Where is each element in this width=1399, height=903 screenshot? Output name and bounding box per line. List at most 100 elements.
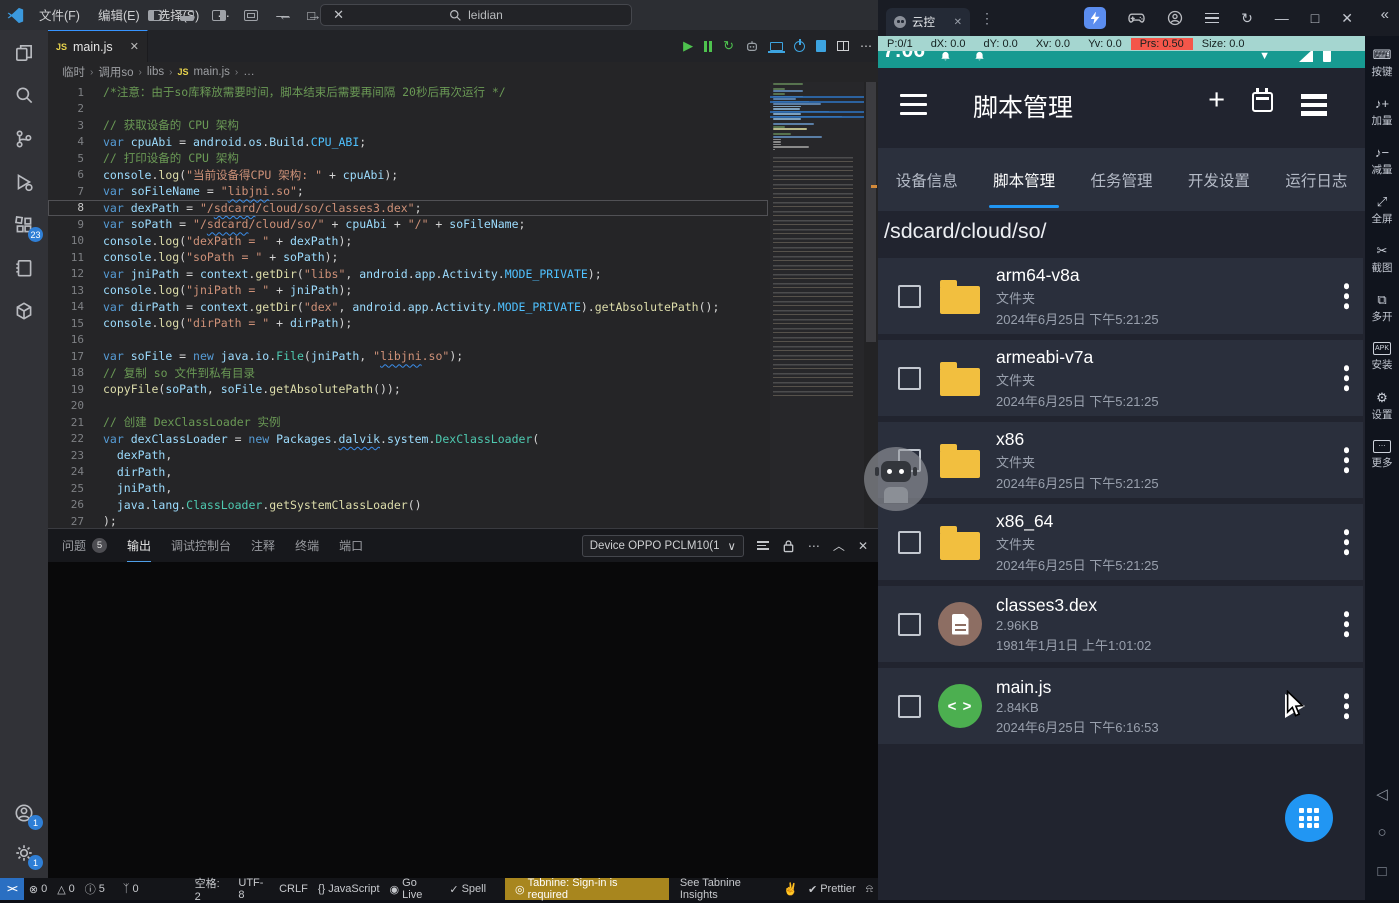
toggle-sidebar-icon[interactable] bbox=[148, 10, 162, 21]
source-control-icon[interactable] bbox=[11, 126, 37, 152]
explorer-icon[interactable] bbox=[11, 40, 37, 66]
settings-gear-icon[interactable]: 1 bbox=[11, 840, 37, 866]
toolbar-全屏[interactable]: ⤢全屏 bbox=[1365, 193, 1399, 226]
android-screen[interactable]: 7:06 ▼ P:0/1dX: 0.0dY: 0.0Xv: 0.0Yv: 0.0… bbox=[878, 36, 1365, 900]
maximize-button[interactable]: □ bbox=[307, 8, 315, 23]
tab-menu-icon[interactable]: ⋮ bbox=[980, 10, 994, 27]
toolbar-减量[interactable]: ♪−减量 bbox=[1365, 144, 1399, 177]
panel-tab-端口[interactable]: 端口 bbox=[339, 529, 363, 562]
panel-tab-问题[interactable]: 问题5 bbox=[62, 529, 107, 562]
toolbar-截图[interactable]: ✂截图 bbox=[1365, 242, 1399, 275]
file-checkbox[interactable] bbox=[898, 367, 921, 390]
statusbar-item-indent[interactable]: 空格: 2 bbox=[190, 878, 234, 900]
accounts-icon[interactable]: 1 bbox=[11, 800, 37, 826]
search-sidebar-icon[interactable] bbox=[11, 83, 37, 109]
customize-layout-icon[interactable] bbox=[244, 10, 258, 21]
maximize-panel-icon[interactable]: ︿ bbox=[833, 537, 845, 554]
scrollbar-thumb[interactable] bbox=[866, 82, 876, 342]
file-checkbox[interactable] bbox=[898, 531, 921, 554]
file-checkbox[interactable] bbox=[898, 285, 921, 308]
statusbar-item-errors[interactable]: ⊗0 bbox=[24, 878, 52, 900]
drawer-menu-icon[interactable] bbox=[900, 94, 927, 115]
breadcrumb-item[interactable]: 临时 bbox=[62, 64, 85, 80]
breadcrumb-item[interactable]: libs bbox=[147, 66, 164, 78]
run-script-icon[interactable]: ▶ bbox=[683, 38, 693, 54]
statusbar-item-encoding[interactable]: UTF-8 bbox=[233, 878, 274, 900]
breadcrumb-item[interactable]: … bbox=[243, 66, 255, 78]
sync-rotate-icon[interactable]: ↻ bbox=[1241, 10, 1253, 27]
app-tab-设备信息[interactable]: 设备信息 bbox=[878, 148, 975, 211]
app-tab-任务管理[interactable]: 任务管理 bbox=[1073, 148, 1170, 211]
pause-icon[interactable] bbox=[704, 41, 712, 52]
power-icon[interactable] bbox=[794, 41, 805, 52]
emulator-minimize-icon[interactable]: — bbox=[1275, 10, 1289, 26]
toolbar-设置[interactable]: ⚙设置 bbox=[1365, 389, 1399, 422]
clear-output-icon[interactable] bbox=[757, 541, 769, 550]
statusbar-item-spell[interactable]: ✓Spell bbox=[444, 878, 491, 900]
gamepad-icon[interactable] bbox=[1128, 11, 1145, 25]
close-instance-icon[interactable]: ✕ bbox=[954, 17, 962, 28]
emulator-maximize-icon[interactable]: □ bbox=[1311, 10, 1319, 26]
panel-tab-终端[interactable]: 终端 bbox=[295, 529, 319, 562]
toggle-panel-icon[interactable] bbox=[180, 10, 194, 21]
statusbar-item-go-live[interactable]: ◉Go Live bbox=[385, 878, 445, 900]
menu-item[interactable]: 编辑(E) bbox=[89, 9, 149, 23]
file-checkbox[interactable] bbox=[898, 695, 921, 718]
device-dropdown[interactable]: Device OPPO PCLM10(1 ∨ bbox=[582, 535, 744, 557]
toggle-secondary-sidebar-icon[interactable] bbox=[212, 10, 226, 21]
app-tab-开发设置[interactable]: 开发设置 bbox=[1170, 148, 1267, 211]
boost-icon[interactable] bbox=[1084, 7, 1106, 29]
file-menu-icon[interactable] bbox=[1344, 447, 1350, 473]
statusbar-item-ports[interactable]: ᛉ0 bbox=[118, 878, 144, 900]
file-menu-icon[interactable] bbox=[1344, 283, 1350, 309]
toolbar-加量[interactable]: ♪+加量 bbox=[1365, 95, 1399, 128]
breadcrumb-item[interactable]: main.js bbox=[193, 66, 229, 78]
breadcrumb-item[interactable]: 调用so bbox=[98, 64, 133, 80]
collapse-toolbar-icon[interactable]: « bbox=[1381, 6, 1389, 23]
toolbar-更多[interactable]: ⋯更多 bbox=[1365, 438, 1399, 470]
package-box-icon[interactable] bbox=[11, 298, 37, 324]
panel-tab-注释[interactable]: 注释 bbox=[251, 529, 275, 562]
minimize-button[interactable]: — bbox=[276, 8, 289, 23]
panel-tab-输出[interactable]: 输出 bbox=[127, 529, 151, 562]
remote-indicator[interactable]: >< bbox=[0, 878, 24, 900]
statusbar-item-language[interactable]: {}JavaScript bbox=[313, 878, 385, 900]
nav-recents-button[interactable]: □ bbox=[1365, 863, 1399, 880]
app-tab-脚本管理[interactable]: 脚本管理 bbox=[975, 148, 1072, 211]
code-editor[interactable]: 1/*注意：由于so库释放需要时间，脚本结束后需要再间隔 20秒后再次运行 */… bbox=[48, 82, 878, 528]
file-row-x86_64[interactable]: x86_64文件夹2024年6月25日 下午5:21:25 bbox=[878, 504, 1363, 580]
nav-back-button[interactable]: ◁ bbox=[1365, 785, 1399, 803]
statusbar-item-infos[interactable]: ⓘ5 bbox=[80, 878, 110, 900]
menu-item[interactable]: 文件(F) bbox=[30, 9, 89, 23]
close-panel-icon[interactable]: ✕ bbox=[858, 539, 868, 553]
toolbar-多开[interactable]: ⧉多开 bbox=[1365, 291, 1399, 324]
file-menu-icon[interactable] bbox=[1344, 529, 1350, 555]
statusbar-item-tabnine[interactable]: ◎Tabnine: Sign-in is required bbox=[505, 878, 669, 900]
toolbar-按键[interactable]: ⌨按键 bbox=[1365, 46, 1399, 79]
emulator-instance-tab[interactable]: 云控 ✕ bbox=[886, 8, 970, 36]
statusbar-item-warnings[interactable]: △0 bbox=[52, 878, 80, 900]
file-row-armeabi-v7a[interactable]: armeabi-v7a文件夹2024年6月25日 下午5:21:25 bbox=[878, 340, 1363, 416]
emulator-menu-icon[interactable] bbox=[1205, 13, 1219, 24]
close-button[interactable]: ✕ bbox=[333, 7, 344, 23]
emulator-close-icon[interactable]: ✕ bbox=[1341, 10, 1353, 27]
toolbar-安装[interactable]: APK安装 bbox=[1365, 340, 1399, 372]
file-menu-icon[interactable] bbox=[1344, 693, 1350, 719]
split-editor-icon[interactable] bbox=[837, 41, 849, 51]
schedule-icon[interactable] bbox=[1252, 92, 1273, 112]
run-debug-icon[interactable] bbox=[11, 169, 37, 195]
statusbar-item-prettier[interactable]: ✔Prettier bbox=[803, 878, 861, 900]
lock-scroll-icon[interactable] bbox=[782, 539, 795, 553]
save-doc-icon[interactable] bbox=[816, 40, 826, 52]
minimap[interactable] bbox=[770, 82, 864, 528]
statusbar-item-notifications[interactable]: ⍾ bbox=[861, 878, 878, 900]
file-menu-icon[interactable] bbox=[1344, 365, 1350, 391]
notebook-icon[interactable] bbox=[11, 255, 37, 281]
panel-tab-调试控制台[interactable]: 调试控制台 bbox=[171, 529, 231, 562]
account-icon[interactable] bbox=[1167, 10, 1183, 26]
file-row-classes3.dex[interactable]: classes3.dex2.96KB1981年1月1日 上午1:01:02 bbox=[878, 586, 1363, 662]
file-row-x86[interactable]: x86文件夹2024年6月25日 下午5:21:25 bbox=[878, 422, 1363, 498]
more-actions-icon[interactable]: ⋯ bbox=[860, 39, 872, 53]
panel-more-icon[interactable]: ⋯ bbox=[808, 539, 820, 553]
extensions-icon[interactable]: 23 bbox=[11, 212, 37, 238]
